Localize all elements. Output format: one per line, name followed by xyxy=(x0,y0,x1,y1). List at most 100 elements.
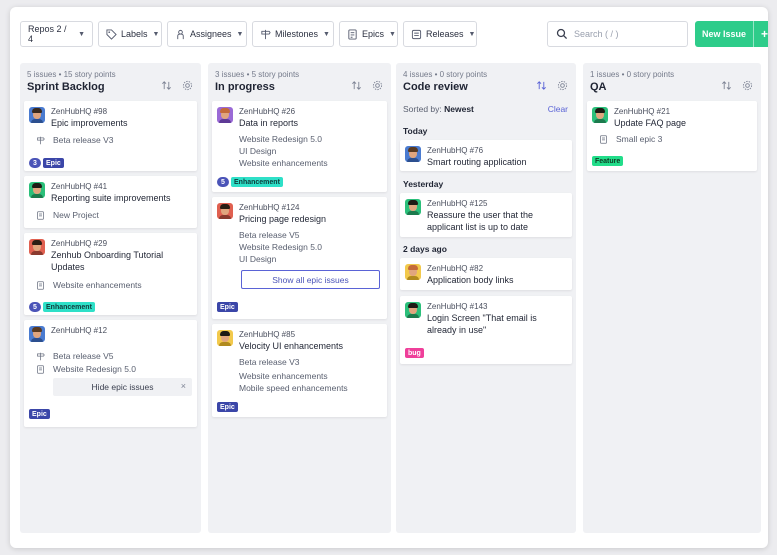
release-label: Beta release V5 xyxy=(53,351,114,361)
epic-label: UI Design xyxy=(239,254,277,264)
clear-sort-link[interactable]: Clear xyxy=(548,104,568,114)
avatar xyxy=(217,330,233,346)
chevron-down-icon: ▼ xyxy=(323,30,330,38)
releases-filter-button[interactable]: Releases ▼ xyxy=(403,21,477,47)
issue-ref: ZenHubHQ #98 xyxy=(51,107,108,116)
avatar xyxy=(29,326,45,342)
column-title: Sprint Backlog xyxy=(27,81,105,93)
epic-label: Website Redesign 5.0 xyxy=(239,134,323,144)
epic-label: New Project xyxy=(53,210,99,220)
story-points-badge: 5 xyxy=(217,177,229,187)
enhancement-tag[interactable]: Enhancement xyxy=(43,302,95,312)
epic-label: Website enhancements xyxy=(53,280,142,290)
issue-title: Data in reports xyxy=(239,118,299,128)
sort-icon[interactable] xyxy=(351,80,362,93)
hide-epic-issues-button[interactable]: Hide epic issues × xyxy=(53,378,192,396)
assignees-filter-button[interactable]: Assignees ▼ xyxy=(167,21,247,47)
issue-card[interactable]: ZenHubHQ #21 Update FAQ page Small epic … xyxy=(587,101,757,171)
card-badges: 3 Epic xyxy=(29,158,64,168)
card-badges: bug xyxy=(405,348,424,358)
avatar xyxy=(217,107,233,123)
milestones-filter-label: Milestones xyxy=(275,29,319,39)
epics-filter-button[interactable]: Epics ▼ xyxy=(339,21,398,47)
epic-tag[interactable]: Epic xyxy=(43,158,64,168)
issue-card[interactable]: ZenHubHQ #12 Beta release V5 Website Red… xyxy=(24,320,197,427)
filter-toolbar: Repos 2 / 4 ▼ Labels ▼ Assignees ▼ Miles… xyxy=(20,21,768,47)
avatar xyxy=(217,203,233,219)
person-icon xyxy=(175,29,186,40)
epic-tag[interactable]: Epic xyxy=(29,409,50,419)
release-meta: Beta release V3 xyxy=(36,135,113,145)
gear-icon[interactable] xyxy=(742,80,753,93)
search-icon xyxy=(556,28,568,40)
feature-tag[interactable]: Feature xyxy=(592,156,624,166)
sort-icon[interactable] xyxy=(721,80,732,93)
epic-tag[interactable]: Epic xyxy=(217,402,238,412)
issue-title: Velocity UI enhancements xyxy=(239,341,344,351)
search-input[interactable]: Search ( / ) xyxy=(547,21,688,47)
epic-meta: Website Redesign 5.0 xyxy=(36,364,136,374)
issue-card[interactable]: ZenHubHQ #125 Reassure the user that the… xyxy=(400,193,572,237)
avatar xyxy=(405,146,421,162)
labels-filter-button[interactable]: Labels ▼ xyxy=(98,21,162,47)
issue-title: Pricing page redesign xyxy=(239,214,327,224)
issue-ref: ZenHubHQ #76 xyxy=(427,146,484,155)
milestones-filter-button[interactable]: Milestones ▼ xyxy=(252,21,334,47)
release-label: Beta release V3 xyxy=(239,357,300,367)
show-all-epic-issues-button[interactable]: Show all epic issues xyxy=(241,270,380,289)
issue-card[interactable]: ZenHubHQ #41 Reporting suite improvement… xyxy=(24,176,197,228)
chevron-down-icon: ▼ xyxy=(468,30,476,38)
issue-title-line: applicant list is up to date xyxy=(427,222,529,232)
issue-title-line: already in use" xyxy=(427,325,487,335)
column-code-review: 4 issues • 0 story points Code review So… xyxy=(396,63,576,533)
issue-card[interactable]: ZenHubHQ #124 Pricing page redesign Beta… xyxy=(212,197,387,319)
board-window: Repos 2 / 4 ▼ Labels ▼ Assignees ▼ Miles… xyxy=(10,7,768,548)
new-issue-label: New Issue xyxy=(702,29,747,39)
epic-tag[interactable]: Epic xyxy=(217,302,238,312)
search-placeholder: Search ( / ) xyxy=(574,29,619,39)
close-icon[interactable]: × xyxy=(181,381,186,391)
avatar xyxy=(592,107,608,123)
sort-icon[interactable] xyxy=(536,80,547,93)
issue-card[interactable]: ZenHubHQ #98 Epic improvements Beta rele… xyxy=(24,101,197,171)
issue-card[interactable]: ZenHubHQ #26 Data in reports Website Red… xyxy=(212,101,387,192)
issue-ref: ZenHubHQ #143 xyxy=(427,302,488,311)
column-title: In progress xyxy=(215,81,275,93)
hide-epic-issues-label: Hide epic issues xyxy=(91,382,154,392)
gear-icon[interactable] xyxy=(372,80,383,93)
epic-icon xyxy=(36,280,45,290)
issue-card[interactable]: ZenHubHQ #82 Application body links xyxy=(400,258,572,290)
issue-title: Update FAQ page xyxy=(614,118,687,128)
issue-title-line: Updates xyxy=(51,262,85,272)
issue-title: Zenhub Onboarding Tutorial Updates xyxy=(51,249,163,273)
bug-tag[interactable]: bug xyxy=(405,348,424,358)
issue-card[interactable]: ZenHubHQ #76 Smart routing application xyxy=(400,140,572,171)
story-points-badge: 5 xyxy=(29,302,41,312)
issue-ref: ZenHubHQ #85 xyxy=(239,330,296,339)
issue-ref: ZenHubHQ #12 xyxy=(51,326,108,335)
gear-icon[interactable] xyxy=(182,80,193,93)
new-issue-button[interactable]: New Issue + xyxy=(695,21,768,47)
epic-icon xyxy=(36,364,45,374)
group-header: Today xyxy=(403,126,428,136)
card-badges: Epic xyxy=(217,402,238,412)
issue-card[interactable]: ZenHubHQ #29 Zenhub Onboarding Tutorial U… xyxy=(24,233,197,315)
card-badges: Epic xyxy=(217,302,238,312)
repos-filter-button[interactable]: Repos 2 / 4 ▼ xyxy=(20,21,93,47)
issue-card[interactable]: ZenHubHQ #85 Velocity UI enhancements Be… xyxy=(212,324,387,417)
chevron-down-icon: ▼ xyxy=(389,30,396,38)
issue-ref: ZenHubHQ #124 xyxy=(239,203,300,212)
epic-label: UI Design xyxy=(239,146,277,156)
issue-card[interactable]: ZenHubHQ #143 Login Screen "That email i… xyxy=(400,296,572,364)
sort-icon[interactable] xyxy=(161,80,172,93)
gear-icon[interactable] xyxy=(557,80,568,93)
plus-icon[interactable]: + xyxy=(753,21,768,47)
issue-title-line: Reassure the user that the xyxy=(427,210,534,220)
release-label: Beta release V3 xyxy=(53,135,114,145)
issue-ref: ZenHubHQ #125 xyxy=(427,199,488,208)
avatar xyxy=(405,264,421,280)
column-in-progress: 3 issues • 5 story points In progress Ze… xyxy=(208,63,391,533)
enhancement-tag[interactable]: Enhancement xyxy=(231,177,283,187)
column-title: QA xyxy=(590,81,607,93)
column-meta: 5 issues • 15 story points xyxy=(27,70,116,79)
